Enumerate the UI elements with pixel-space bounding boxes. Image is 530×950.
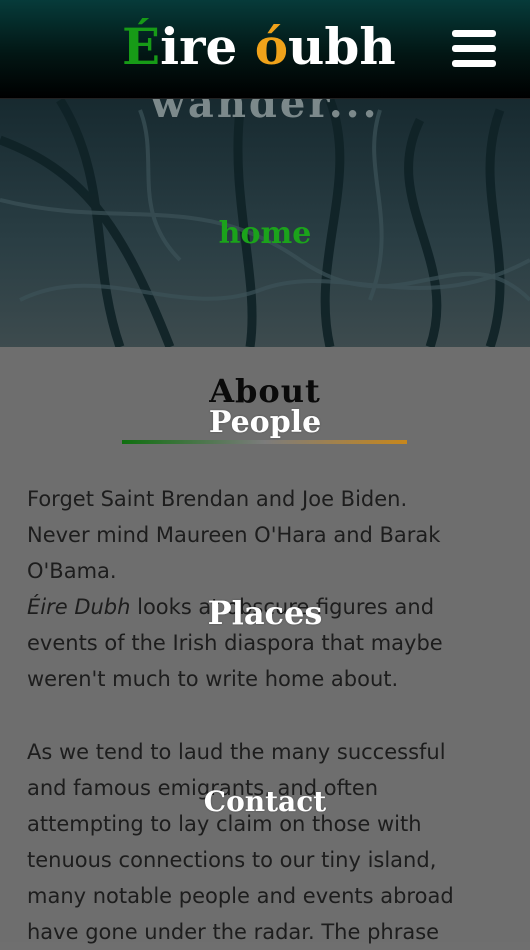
- logo-part: É: [122, 17, 161, 76]
- nav-link-places[interactable]: Places: [0, 594, 530, 632]
- hamburger-menu-icon[interactable]: [452, 30, 496, 68]
- text-line: Forget Saint Brendan and Joe Biden.: [27, 487, 408, 511]
- text-line: As we tend to laud the many successful: [27, 740, 446, 764]
- tricolour-divider: [122, 440, 407, 444]
- logo-part: ó: [254, 17, 289, 76]
- text-line: have gone under the radar. The phrase: [27, 920, 440, 944]
- site-header: Éire óubh: [0, 0, 530, 99]
- site-logo[interactable]: Éire óubh: [122, 16, 396, 78]
- text-line: many notable people and events abroad: [27, 884, 454, 908]
- logo-part: ire: [160, 17, 255, 76]
- text-line: Never mind Maureen O'Hara and Barak: [27, 523, 441, 547]
- text-line: O'Bama.: [27, 559, 117, 583]
- text-line: weren't much to write home about.: [27, 667, 399, 691]
- nav-link-contact[interactable]: Contact: [0, 785, 530, 818]
- text-line: tenuous connections to our tiny island,: [27, 848, 437, 872]
- nav-link-people[interactable]: People: [0, 405, 530, 440]
- logo-part: ubh: [288, 17, 396, 76]
- about-paragraph-1: Forget Saint Brendan and Joe Biden. Neve…: [27, 481, 507, 697]
- about-paragraph-2: As we tend to laud the many successful a…: [27, 734, 507, 950]
- nav-link-home[interactable]: home: [0, 216, 530, 251]
